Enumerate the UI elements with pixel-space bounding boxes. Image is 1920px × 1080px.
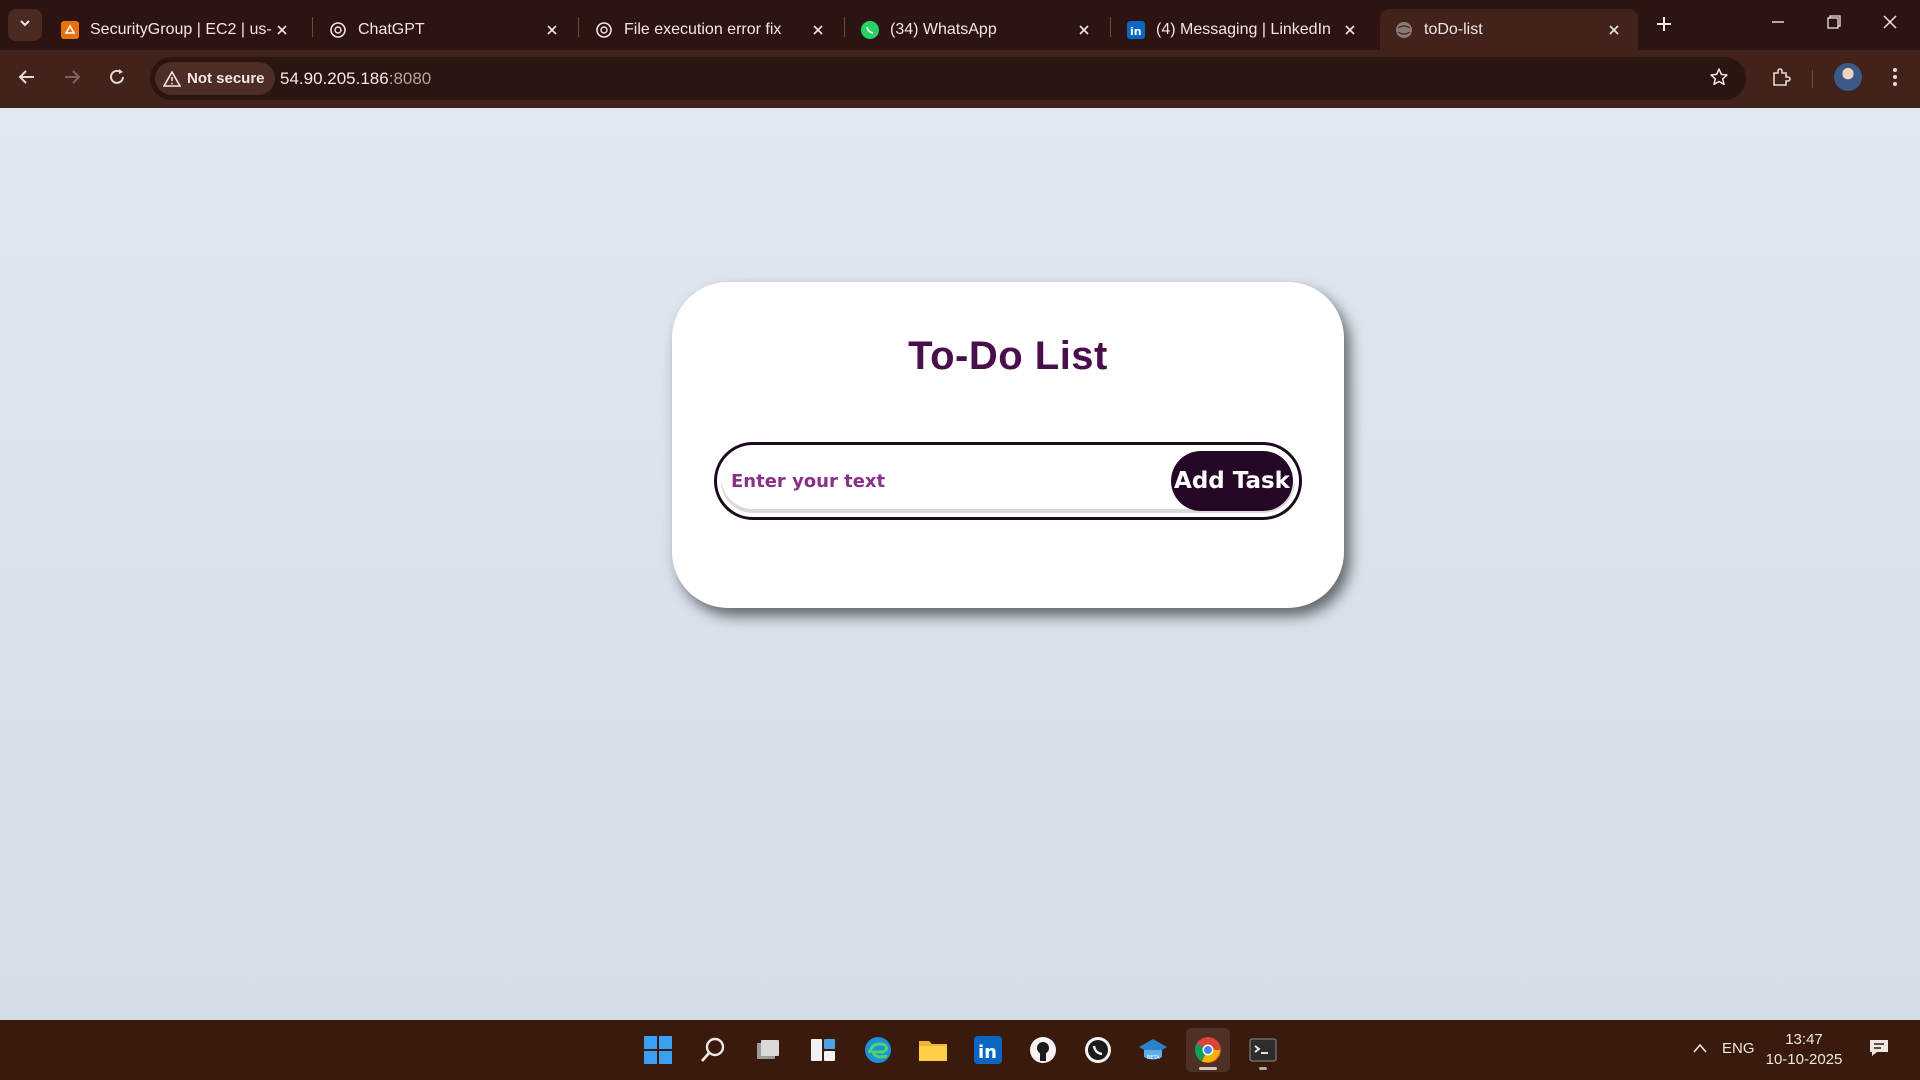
file-explorer-icon[interactable] — [911, 1028, 955, 1072]
star-icon — [1709, 67, 1729, 92]
plus-icon — [1655, 15, 1673, 38]
tab-divider — [1110, 17, 1111, 37]
reload-button[interactable] — [99, 61, 135, 97]
tab-chatgpt[interactable]: ChatGPT — [314, 9, 576, 50]
app-running-indicator — [1199, 1067, 1217, 1070]
tab-todo-list[interactable]: toDo-list — [1380, 9, 1638, 50]
ai-app-beta-icon[interactable]: BETA — [1131, 1028, 1175, 1072]
extensions-button[interactable] — [1764, 62, 1798, 96]
restore-icon — [1827, 14, 1841, 34]
close-icon[interactable] — [272, 20, 292, 40]
terminal-icon[interactable] — [1241, 1028, 1285, 1072]
tab-label: toDo-list — [1424, 20, 1483, 38]
url-host: 54.90.205.186 — [280, 69, 389, 88]
puzzle-icon — [1770, 66, 1792, 93]
tab-divider — [578, 17, 579, 37]
minimize-button[interactable] — [1750, 0, 1806, 48]
page-viewport: To-Do List Add Task — [0, 108, 1920, 1020]
tab-label: (4) Messaging | LinkedIn — [1156, 20, 1331, 38]
browser-menu-button[interactable] — [1880, 62, 1910, 96]
chat-bubble-icon — [1868, 1038, 1890, 1063]
tab-security-group[interactable]: SecurityGroup | EC2 | us-ea — [46, 9, 306, 50]
url-port: :8080 — [388, 69, 432, 88]
chrome-icon[interactable] — [1186, 1028, 1230, 1072]
toolbar-divider — [1812, 70, 1813, 88]
close-icon[interactable] — [808, 20, 828, 40]
search-icon[interactable] — [691, 1028, 735, 1072]
linkedin-icon: in — [1126, 20, 1146, 40]
minimize-icon — [1771, 15, 1785, 34]
show-hidden-icons-button[interactable] — [1688, 1038, 1712, 1062]
whatsapp-icon[interactable] — [1076, 1028, 1120, 1072]
close-icon[interactable] — [542, 20, 562, 40]
tab-divider — [844, 17, 845, 37]
input-language[interactable]: ENG — [1722, 1040, 1755, 1057]
tab-label: SecurityGroup | EC2 | us-ea — [90, 20, 272, 38]
tab-divider — [312, 17, 313, 37]
svg-text:in: in — [978, 1042, 997, 1063]
task-input-row: Add Task — [714, 442, 1302, 520]
clock-date: 10-10-2025 — [1765, 1051, 1843, 1068]
chatgpt-icon — [594, 20, 614, 40]
reload-icon — [107, 67, 127, 92]
tab-whatsapp[interactable]: (34) WhatsApp — [846, 9, 1108, 50]
globe-icon — [1394, 20, 1414, 40]
windows-taskbar: in BETA ENG 13:47 10-10-2025 — [0, 1020, 1920, 1080]
more-vertical-icon — [1892, 67, 1898, 92]
todo-card: To-Do List Add Task — [672, 282, 1344, 608]
edge-icon[interactable] — [856, 1028, 900, 1072]
security-label: Not secure — [187, 70, 265, 87]
chevron-up-icon — [1692, 1041, 1708, 1059]
close-icon[interactable] — [1604, 20, 1624, 40]
notifications-button[interactable] — [1866, 1038, 1892, 1062]
browser-tab-strip: SecurityGroup | EC2 | us-ea ChatGPT File… — [0, 0, 1920, 50]
task-input[interactable] — [731, 457, 1161, 505]
close-icon[interactable] — [1074, 20, 1094, 40]
url-text[interactable]: 54.90.205.186:8080 — [280, 57, 431, 100]
add-task-button[interactable]: Add Task — [1171, 451, 1293, 511]
tab-search-button[interactable] — [8, 9, 42, 41]
task-input-wrapper: Add Task — [721, 449, 1295, 513]
windows-start-icon[interactable] — [636, 1028, 680, 1072]
clock-time: 13:47 — [1785, 1031, 1823, 1048]
chevron-down-icon — [18, 16, 32, 35]
tab-label: File execution error fix — [624, 20, 782, 38]
chatgpt-icon — [328, 20, 348, 40]
address-bar[interactable]: Not secure 54.90.205.186:8080 — [150, 57, 1746, 100]
page-title: To-Do List — [908, 334, 1108, 378]
clock[interactable]: 13:47 10-10-2025 — [1764, 1030, 1844, 1070]
svg-text:in: in — [1130, 25, 1142, 38]
new-tab-button[interactable] — [1650, 12, 1678, 40]
tab-file-execution[interactable]: File execution error fix — [580, 9, 842, 50]
svg-text:BETA: BETA — [1147, 1055, 1160, 1061]
arrow-left-icon — [17, 67, 37, 92]
browser-toolbar: Not secure 54.90.205.186:8080 — [0, 50, 1920, 108]
profile-avatar[interactable] — [1834, 63, 1862, 91]
close-window-button[interactable] — [1862, 0, 1918, 48]
app-running-indicator — [1259, 1067, 1267, 1070]
widgets-icon[interactable] — [801, 1028, 845, 1072]
tab-linkedin[interactable]: in (4) Messaging | LinkedIn — [1112, 9, 1374, 50]
github-icon[interactable] — [1021, 1028, 1065, 1072]
bookmark-button[interactable] — [1706, 66, 1732, 92]
close-icon — [1882, 14, 1898, 35]
aws-icon — [60, 20, 80, 40]
task-view-icon[interactable] — [746, 1028, 790, 1072]
forward-button[interactable] — [54, 61, 90, 97]
tab-label: (34) WhatsApp — [890, 20, 997, 38]
close-icon[interactable] — [1340, 20, 1360, 40]
warning-icon — [163, 70, 181, 87]
back-button[interactable] — [9, 61, 45, 97]
whatsapp-icon — [860, 20, 880, 40]
restore-button[interactable] — [1806, 0, 1862, 48]
tab-label: ChatGPT — [358, 20, 425, 38]
site-info-button[interactable]: Not secure — [155, 62, 275, 95]
arrow-right-icon — [62, 67, 82, 92]
linkedin-icon[interactable]: in — [966, 1028, 1010, 1072]
